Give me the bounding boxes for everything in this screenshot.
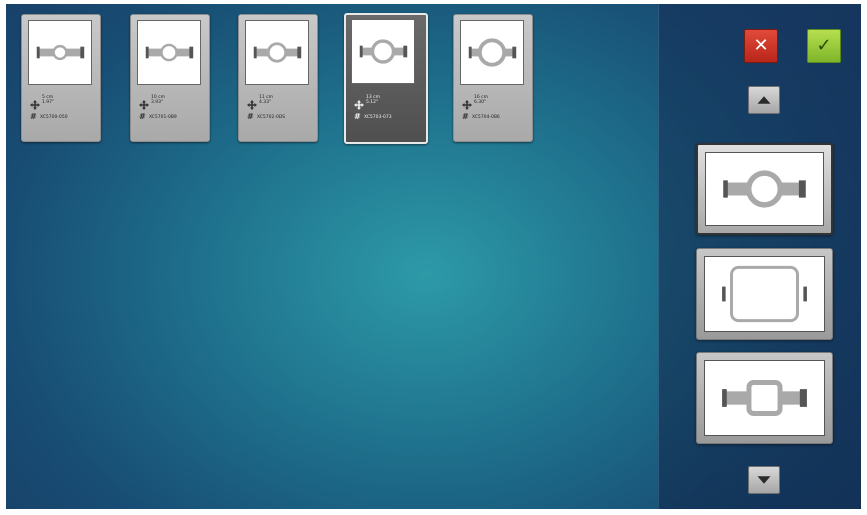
- hoop-illustration-icon: [723, 170, 806, 208]
- hoop-card[interactable]: 10 cm 3.93" # XC5701-0B9: [130, 14, 210, 142]
- move-arrows-icon: [354, 95, 364, 110]
- triangle-down-icon: [757, 476, 771, 484]
- hash-icon: #: [354, 112, 361, 121]
- hoop-list-item-large-rectangle-hoop[interactable]: [696, 248, 833, 340]
- hoop-list-item-square-hoop[interactable]: [696, 352, 833, 444]
- hoop-list-item-image: [704, 360, 825, 436]
- confirm-button[interactable]: ✓: [807, 29, 841, 63]
- hoop-card[interactable]: 13 cm 5.12" # XC5703-073: [344, 13, 428, 144]
- hoop-illustration-icon: [722, 265, 807, 323]
- hoop-card-image: [245, 20, 309, 85]
- hash-icon: #: [30, 112, 37, 121]
- hoop-size-inch-label: 5.12": [366, 100, 379, 105]
- hash-icon: #: [462, 112, 469, 121]
- hoop-size-inch-label: 1.97": [42, 100, 55, 105]
- hoop-part-number: XC5704-0B6: [472, 115, 500, 120]
- hoop-part-number: XC5702-0DS: [257, 115, 286, 120]
- scroll-down-button[interactable]: [748, 466, 780, 494]
- hash-icon: #: [139, 112, 146, 121]
- hoop-illustration-icon: [36, 44, 85, 61]
- move-arrows-icon: [462, 95, 472, 110]
- hoop-size-inch-label: 4.33": [259, 100, 272, 105]
- hoop-illustration-icon: [722, 379, 807, 417]
- hoop-card-image: [460, 20, 524, 85]
- hoop-illustration-icon: [145, 43, 194, 62]
- hoop-list-item-image: [705, 152, 824, 226]
- hoop-illustration-icon: [468, 38, 517, 67]
- hoop-card-image: [137, 20, 201, 85]
- hash-icon: #: [247, 112, 254, 121]
- close-icon: ✕: [753, 35, 769, 56]
- hoop-list-item-image: [704, 256, 825, 332]
- cancel-button[interactable]: ✕: [744, 29, 778, 63]
- hoop-card[interactable]: 16 cm 6.30" # XC5704-0B6: [453, 14, 533, 142]
- move-arrows-icon: [247, 95, 257, 110]
- hoop-illustration-icon: [253, 42, 302, 63]
- move-arrows-icon: [139, 95, 149, 110]
- hoop-illustration-icon: [359, 39, 408, 64]
- hoop-card-image: [28, 20, 92, 85]
- hoop-part-number: XC5703-073: [364, 115, 392, 120]
- hoop-list-item-round-hoop[interactable]: [696, 143, 833, 235]
- triangle-up-icon: [757, 96, 771, 104]
- hoop-card[interactable]: 5 cm 1.97" # XC5700-050: [21, 14, 101, 142]
- scroll-up-button[interactable]: [748, 86, 780, 114]
- hoop-card-image: [351, 19, 415, 84]
- hoop-size-inch-label: 3.93": [151, 100, 164, 105]
- move-arrows-icon: [30, 95, 40, 110]
- hoop-part-number: XC5701-0B9: [149, 115, 177, 120]
- checkmark-icon: ✓: [816, 35, 832, 56]
- hoop-part-number: XC5700-050: [40, 115, 68, 120]
- hoop-card[interactable]: 11 cm 4.33" # XC5702-0DS: [238, 14, 318, 142]
- hoop-size-inch-label: 6.30": [474, 100, 487, 105]
